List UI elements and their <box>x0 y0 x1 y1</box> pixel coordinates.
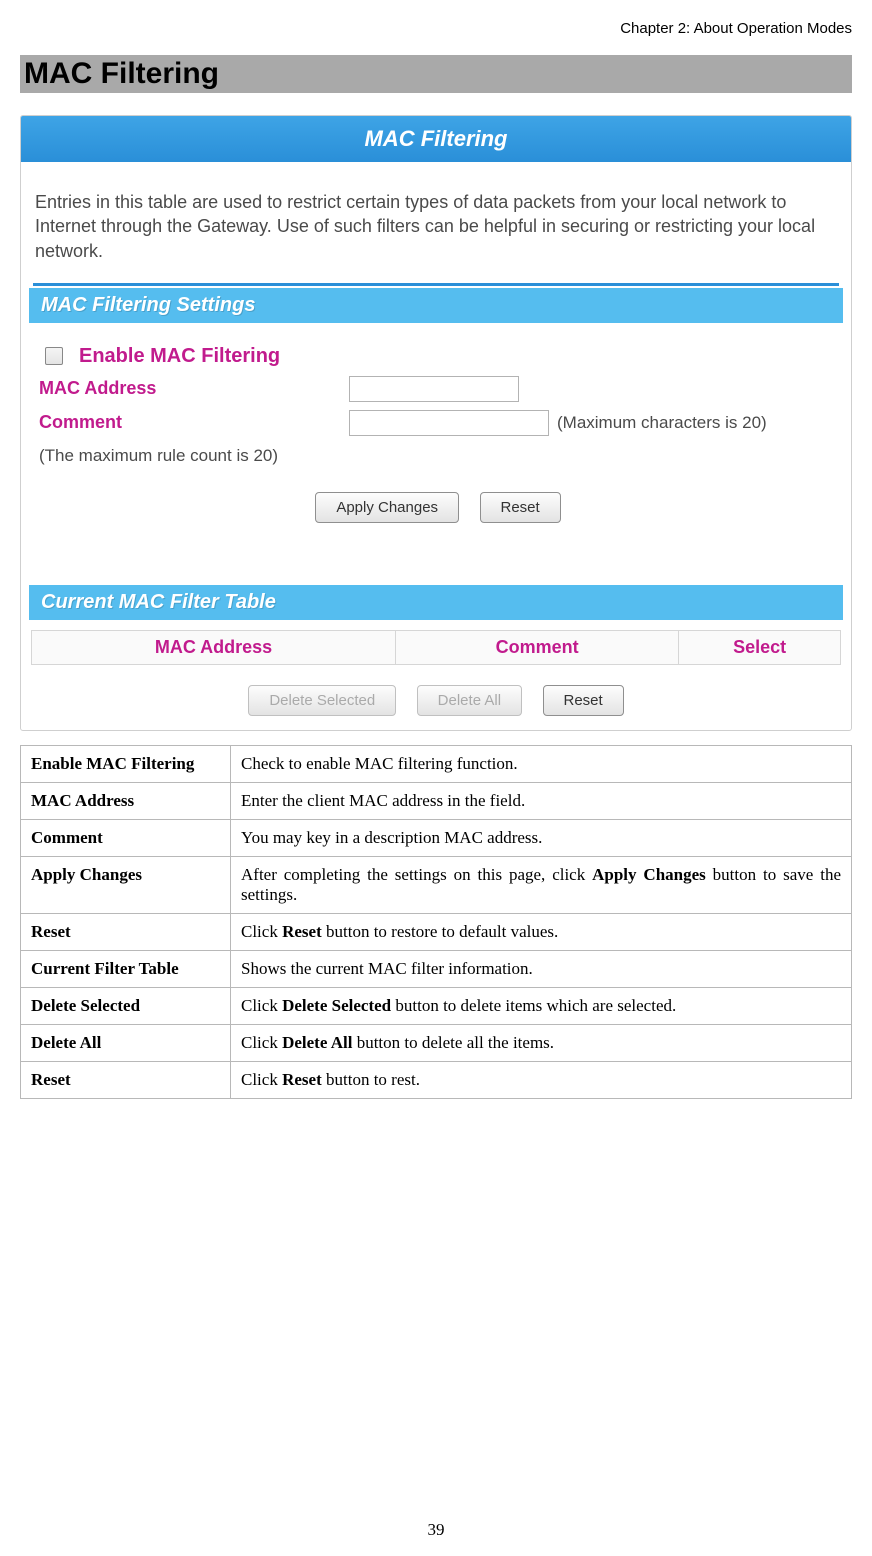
desc-text: button to delete items which are selecte… <box>391 996 676 1015</box>
desc-value: Click Delete Selected button to delete i… <box>231 987 852 1024</box>
table-row: Delete SelectedClick Delete Selected but… <box>21 987 852 1024</box>
desc-text: button to restore to default values. <box>322 922 559 941</box>
desc-key: Reset <box>21 913 231 950</box>
screenshot-intro-text: Entries in this table are used to restri… <box>21 162 851 281</box>
desc-text: Check to enable MAC filtering function. <box>241 754 518 773</box>
desc-value: Click Reset button to rest. <box>231 1061 852 1098</box>
desc-key: Delete Selected <box>21 987 231 1024</box>
enable-mac-filtering-label: Enable MAC Filtering <box>79 345 280 368</box>
desc-text: You may key in a description MAC address… <box>241 828 542 847</box>
desc-value: You may key in a description MAC address… <box>231 819 852 856</box>
table-row: ResetClick Reset button to restore to de… <box>21 913 852 950</box>
desc-text: Enter the client MAC address in the fiel… <box>241 791 525 810</box>
reset-button[interactable]: Reset <box>480 492 561 523</box>
comment-hint: (Maximum characters is 20) <box>557 413 767 433</box>
desc-value: Click Reset button to restore to default… <box>231 913 852 950</box>
reset-table-button[interactable]: Reset <box>543 685 624 716</box>
table-row: Apply ChangesAfter completing the settin… <box>21 856 852 913</box>
table-row: MAC Address Enter the client MAC address … <box>21 782 852 819</box>
desc-bold-text: Reset <box>282 922 322 941</box>
apply-changes-button[interactable]: Apply Changes <box>315 492 459 523</box>
desc-text: Click <box>241 922 282 941</box>
delete-selected-button[interactable]: Delete Selected <box>248 685 396 716</box>
desc-text: Shows the current MAC filter information… <box>241 959 533 978</box>
mac-address-input[interactable] <box>349 376 519 402</box>
divider-line <box>33 283 839 286</box>
desc-text: Click <box>241 996 282 1015</box>
col-mac-address: MAC Address <box>32 630 396 664</box>
settings-header: MAC Filtering Settings <box>29 288 843 323</box>
desc-key: Delete All <box>21 1024 231 1061</box>
desc-value: After completing the settings on this pa… <box>231 856 852 913</box>
desc-key: Reset <box>21 1061 231 1098</box>
mac-address-label: MAC Address <box>39 378 349 399</box>
table-row: Delete AllClick Delete All button to del… <box>21 1024 852 1061</box>
desc-value: Check to enable MAC filtering function. <box>231 745 852 782</box>
table-row: Current Filter Table Shows the current MA… <box>21 950 852 987</box>
filter-table: MAC Address Comment Select <box>31 630 841 665</box>
desc-text: After completing the settings on this pa… <box>241 865 592 884</box>
table-row: ResetClick Reset button to rest. <box>21 1061 852 1098</box>
desc-value: Enter the client MAC address in the fiel… <box>231 782 852 819</box>
col-comment: Comment <box>396 630 679 664</box>
desc-value: Click Delete All button to delete all th… <box>231 1024 852 1061</box>
desc-key: Apply Changes <box>21 856 231 913</box>
description-table: Enable MAC Filtering Check to enable MAC … <box>20 745 852 1099</box>
rule-count-note: (The maximum rule count is 20) <box>39 446 837 466</box>
desc-bold-text: Apply Changes <box>592 865 706 884</box>
table-row: Enable MAC Filtering Check to enable MAC … <box>21 745 852 782</box>
section-title: MAC Filtering <box>20 55 852 93</box>
delete-all-button[interactable]: Delete All <box>417 685 522 716</box>
mac-filtering-screenshot: MAC Filtering Entries in this table are … <box>20 115 852 731</box>
desc-bold-text: Delete All <box>282 1033 352 1052</box>
desc-bold-text: Delete Selected <box>282 996 391 1015</box>
desc-text: button to delete all the items. <box>352 1033 554 1052</box>
desc-key: MAC Address <box>21 782 231 819</box>
desc-key: Enable MAC Filtering <box>21 745 231 782</box>
chapter-header: Chapter 2: About Operation Modes <box>20 20 852 37</box>
col-select: Select <box>679 630 841 664</box>
desc-text: Click <box>241 1033 282 1052</box>
page-number: 39 <box>0 1520 872 1540</box>
enable-mac-filtering-checkbox[interactable] <box>45 347 63 365</box>
desc-value: Shows the current MAC filter information… <box>231 950 852 987</box>
desc-bold-text: Reset <box>282 1070 322 1089</box>
filter-table-header: Current MAC Filter Table <box>29 585 843 620</box>
desc-text: Click <box>241 1070 282 1089</box>
table-row: Comment You may key in a description MAC … <box>21 819 852 856</box>
desc-text: button to rest. <box>322 1070 420 1089</box>
desc-key: Comment <box>21 819 231 856</box>
screenshot-title: MAC Filtering <box>21 116 851 162</box>
comment-label: Comment <box>39 412 349 433</box>
comment-input[interactable] <box>349 410 549 436</box>
desc-key: Current Filter Table <box>21 950 231 987</box>
